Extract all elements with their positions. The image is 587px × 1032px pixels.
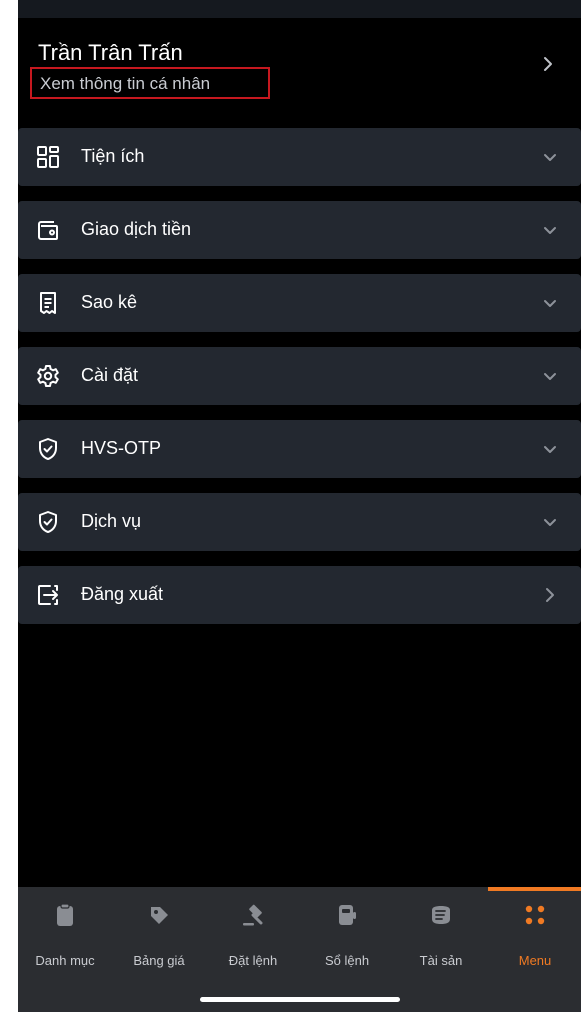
chevron-right-icon [538, 54, 558, 74]
menu-item-dich-vu[interactable]: Dịch vụ [18, 493, 581, 551]
shield-check-icon [36, 437, 60, 461]
nav-tab-danh-muc[interactable]: Danh mục [18, 887, 112, 977]
profile-header[interactable]: Trần Trân Trấn Xem thông tin cá nhân [18, 36, 581, 106]
menu-item-label: Sao kê [81, 292, 138, 312]
chevron-down-icon [540, 512, 560, 532]
nav-tab-tai-san[interactable]: Tài sản [394, 887, 488, 977]
home-indicator [200, 997, 400, 1002]
chevron-down-icon [540, 366, 560, 386]
nav-tab-menu[interactable]: Menu [488, 887, 581, 977]
chevron-down-icon [540, 147, 560, 167]
nav-tab-dat-lenh[interactable]: Đặt lệnh [206, 887, 300, 977]
nav-tab-label: Menu [518, 953, 552, 968]
bottom-navigation: Danh mục Bảng giá Đặt lệnh Sổ lệnh Tài s… [18, 887, 581, 1012]
phone-screen: Trần Trân Trấn Xem thông tin cá nhân Tiệ… [18, 0, 581, 1012]
menu-item-sao-ke[interactable]: Sao kê [18, 274, 581, 332]
shield-check-icon [36, 510, 60, 534]
menu-item-giao-dich-tien[interactable]: Giao dịch tiền [18, 201, 581, 259]
nav-tab-label: Đặt lệnh [228, 953, 278, 968]
receipt-icon [36, 291, 60, 315]
view-profile-label: Xem thông tin cá nhân [40, 74, 211, 93]
menu-item-label: Dịch vụ [81, 511, 142, 531]
chevron-down-icon [540, 293, 560, 313]
menu-item-label: Đăng xuất [81, 584, 164, 604]
nav-tab-label: Sổ lệnh [324, 953, 370, 968]
nav-tab-label: Tài sản [419, 953, 463, 968]
order-book-icon [333, 901, 361, 929]
clipboard-icon [51, 901, 79, 929]
menu-item-dang-xuat[interactable]: Đăng xuất [18, 566, 581, 624]
assets-icon [427, 901, 455, 929]
nav-tab-label: Danh mục [35, 953, 95, 968]
menu-item-cai-dat[interactable]: Cài đặt [18, 347, 581, 405]
menu-item-hvs-otp[interactable]: HVS-OTP [18, 420, 581, 478]
gear-icon [36, 364, 60, 388]
wallet-icon [36, 218, 60, 242]
gavel-icon [239, 901, 267, 929]
menu-item-label: Giao dịch tiền [81, 219, 192, 239]
nav-tab-label: Bảng giá [133, 953, 185, 968]
grid-icon [36, 145, 60, 169]
menu-item-tien-ich[interactable]: Tiện ích [18, 128, 581, 186]
chevron-down-icon [540, 439, 560, 459]
menu-item-label: HVS-OTP [81, 438, 162, 458]
chevron-down-icon [540, 220, 560, 240]
price-tag-icon [145, 901, 173, 929]
profile-name: Trần Trân Trấn [38, 40, 183, 65]
menu-item-label: Tiện ích [81, 146, 145, 166]
menu-dots-icon [521, 901, 549, 929]
nav-tab-bang-gia[interactable]: Bảng giá [112, 887, 206, 977]
view-profile-link[interactable]: Xem thông tin cá nhân [30, 67, 270, 99]
logout-icon [36, 583, 60, 607]
nav-tab-so-lenh[interactable]: Sổ lệnh [300, 887, 394, 977]
chevron-right-icon [540, 585, 560, 605]
top-header-strip [18, 0, 581, 18]
menu-item-label: Cài đặt [81, 365, 139, 385]
